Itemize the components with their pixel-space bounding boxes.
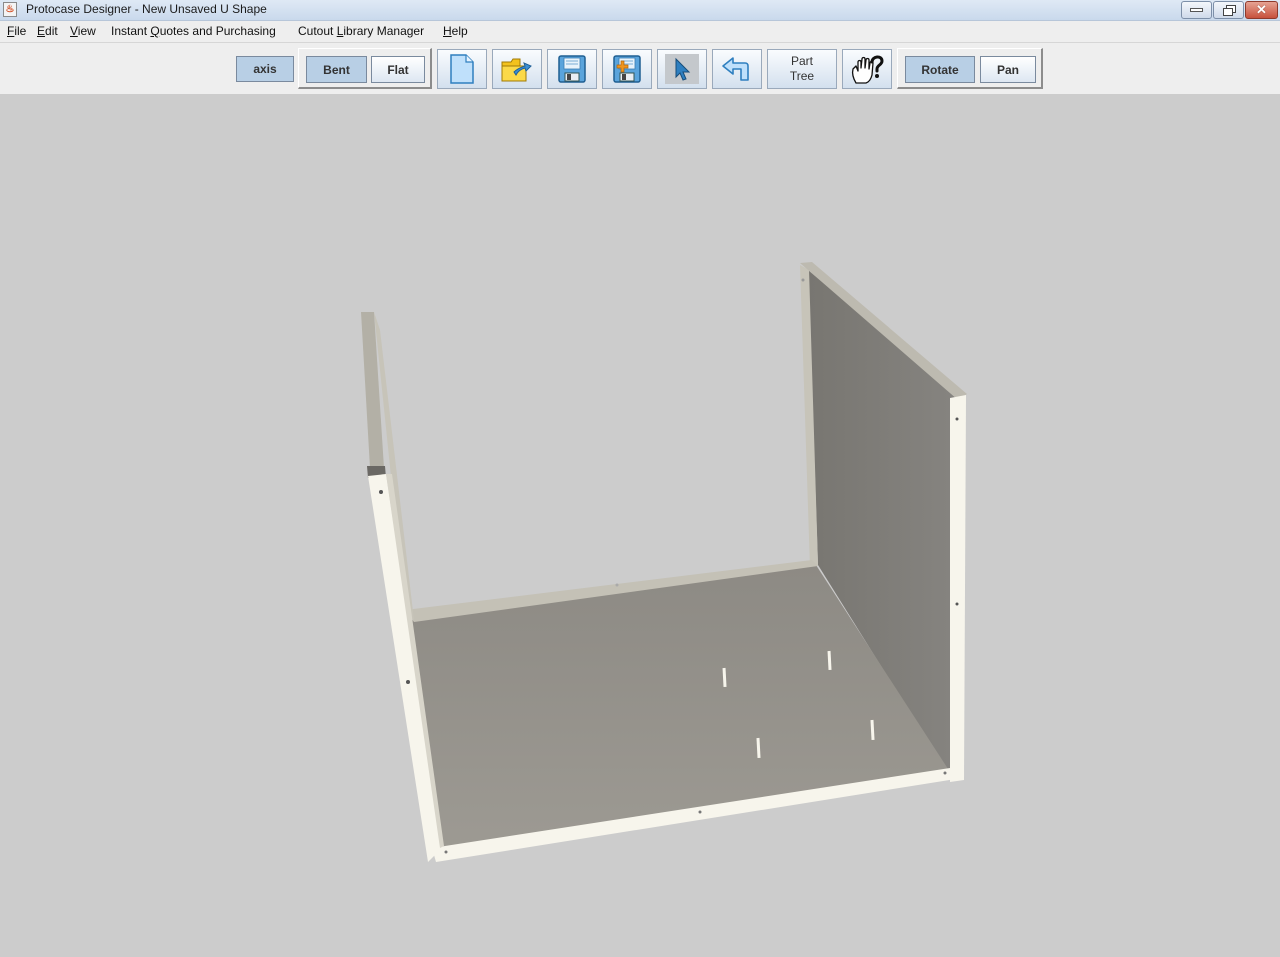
save-as-button[interactable] <box>602 49 652 89</box>
view-mode-group: Bent Flat <box>298 48 432 89</box>
screw-hole <box>955 417 959 421</box>
navigation-mode-group: Rotate Pan <box>897 48 1043 89</box>
menu-view[interactable]: View <box>70 24 96 38</box>
close-button[interactable]: ✕ <box>1245 1 1278 19</box>
open-folder-icon <box>501 58 532 82</box>
window-title: Protocase Designer - New Unsaved U Shape <box>26 2 267 16</box>
screw-hole <box>698 810 702 814</box>
close-icon: ✕ <box>1256 2 1267 17</box>
save-button[interactable] <box>547 49 597 89</box>
screw-hole <box>406 680 410 684</box>
rotate-button[interactable]: Rotate <box>905 56 975 83</box>
toolbar: axis Bent Flat Part Tree Rotate Pan <box>0 43 1280 94</box>
screw-hole <box>801 278 805 282</box>
screw-hole <box>955 602 959 606</box>
screw-hole <box>615 583 619 587</box>
part-tree-label-line1: Part <box>790 54 813 68</box>
menu-help[interactable]: Help <box>443 24 468 38</box>
new-button[interactable] <box>437 49 487 89</box>
select-arrow-icon <box>675 57 691 81</box>
save-as-disk-icon <box>613 55 641 83</box>
menu-file[interactable]: File <box>7 24 26 38</box>
pan-button[interactable]: Pan <box>980 56 1036 83</box>
restore-button[interactable] <box>1213 1 1244 19</box>
new-document-icon <box>450 54 474 84</box>
minimize-icon <box>1190 8 1203 12</box>
menu-instant-quotes[interactable]: Instant Quotes and Purchasing <box>111 24 276 38</box>
screw-hole <box>943 771 947 775</box>
java-cup-icon: ♨ <box>3 2 17 17</box>
menu-edit[interactable]: Edit <box>37 24 58 38</box>
flat-button[interactable]: Flat <box>371 56 425 83</box>
part-tree-label-line2: Tree <box>789 69 815 83</box>
context-help-hand-icon <box>851 55 884 84</box>
menu-cutout-library[interactable]: Cutout Library Manager <box>298 24 424 38</box>
select-button[interactable] <box>657 49 707 89</box>
open-button[interactable] <box>492 49 542 89</box>
screw-hole <box>444 850 448 854</box>
3d-viewport[interactable] <box>0 94 1280 957</box>
right-wall-front-flange <box>950 395 966 782</box>
restore-icon <box>1222 5 1236 16</box>
screw-hole <box>379 490 383 494</box>
part-tree-button[interactable]: Part Tree <box>767 49 837 89</box>
title-bar: ♨ Protocase Designer - New Unsaved U Sha… <box>0 0 1280 21</box>
bent-button[interactable]: Bent <box>306 56 367 83</box>
undo-arrow-icon <box>722 57 749 81</box>
axis-button[interactable]: axis <box>236 56 294 82</box>
save-disk-icon <box>558 55 586 83</box>
undo-button[interactable] <box>712 49 762 89</box>
u-shape-model[interactable] <box>0 94 1280 957</box>
context-help-button[interactable] <box>842 49 892 89</box>
minimize-button[interactable] <box>1181 1 1212 19</box>
menu-bar: File Edit View Instant Quotes and Purcha… <box>0 21 1280 43</box>
